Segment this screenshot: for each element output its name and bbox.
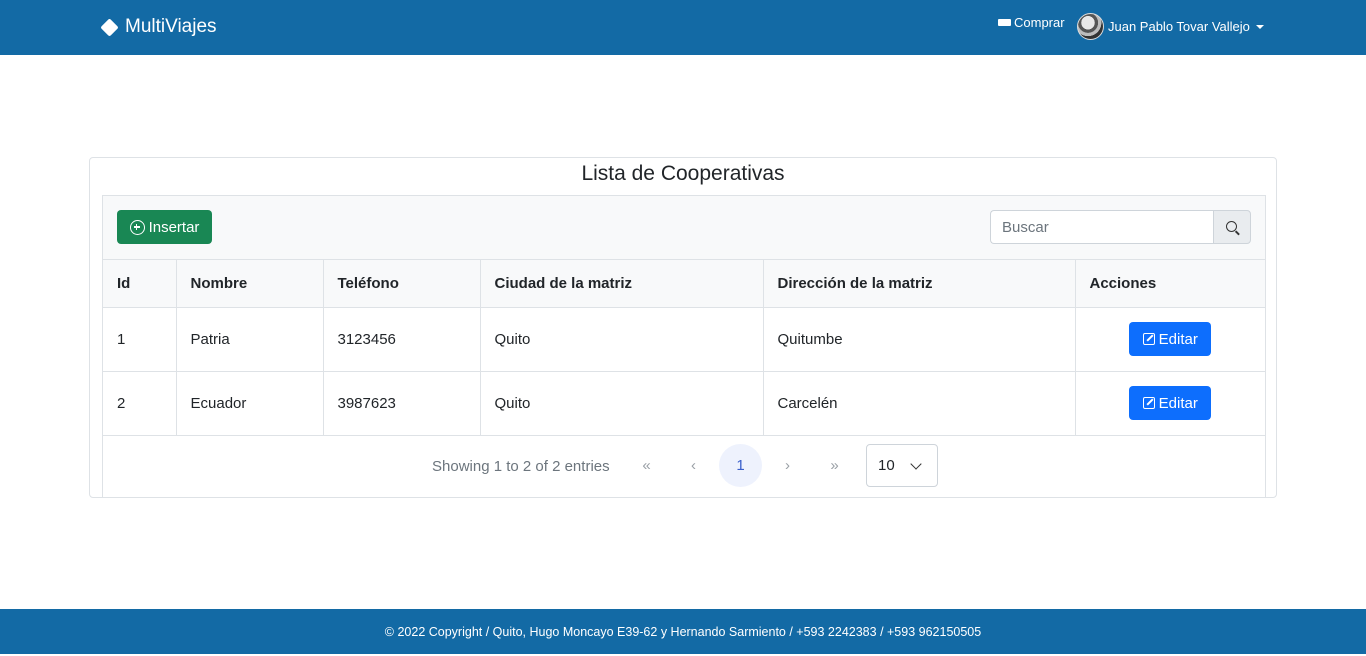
first-page-button[interactable]: « (625, 444, 668, 487)
cell-nombre: Patria (176, 307, 324, 372)
header-acciones: Acciones (1075, 260, 1265, 308)
cooperatives-card: Lista de Cooperativas Insertar Id Nombre… (89, 157, 1277, 498)
plus-circle-icon (129, 219, 145, 235)
edit-label: Editar (1158, 330, 1198, 348)
page-1-button[interactable]: 1 (719, 444, 762, 487)
page-title: Lista de Cooperativas (581, 162, 785, 185)
cell-id: 2 (103, 371, 177, 436)
header-telefono: Teléfono (323, 260, 481, 308)
cell-telefono: 3987623 (323, 371, 481, 436)
cell-ciudad: Quito (480, 371, 764, 436)
table-header-row: Id Nombre Teléfono Ciudad de la matriz D… (103, 260, 1265, 308)
cell-nombre: Ecuador (176, 371, 324, 436)
table-container: Insertar Id Nombre Teléfono Ciudad de la… (102, 195, 1266, 498)
header-id: Id (103, 260, 177, 308)
cooperatives-table: Id Nombre Teléfono Ciudad de la matriz D… (103, 260, 1265, 436)
next-page-button[interactable]: › (766, 444, 809, 487)
page-size-select[interactable]: 10 (866, 444, 938, 487)
brand-name: MultiViajes (125, 16, 217, 37)
edit-button[interactable]: Editar (1129, 386, 1212, 420)
header-direccion: Dirección de la matriz (763, 260, 1076, 308)
footer: © 2022 Copyright / Quito, Hugo Moncayo E… (0, 609, 1366, 654)
edit-label: Editar (1158, 394, 1198, 412)
cell-telefono: 3123456 (323, 307, 481, 372)
header-nombre: Nombre (176, 260, 324, 308)
last-page-button[interactable]: » (813, 444, 856, 487)
page-size-value: 10 (878, 457, 895, 474)
search-input[interactable] (990, 210, 1214, 244)
buy-label: Comprar (1014, 15, 1065, 30)
cell-acciones: Editar (1075, 371, 1265, 436)
search-icon (1225, 220, 1237, 232)
header-ciudad: Ciudad de la matriz (480, 260, 764, 308)
cell-ciudad: Quito (480, 307, 764, 372)
prev-page-button[interactable]: ‹ (672, 444, 715, 487)
user-menu-toggle[interactable]: Juan Pablo Tovar Vallejo (1077, 13, 1264, 40)
cell-direccion: Carcelén (763, 371, 1076, 436)
brand-link[interactable]: MultiViajes (100, 16, 217, 38)
edit-icon (1142, 333, 1155, 345)
chevron-down-icon (910, 458, 922, 470)
insert-button[interactable]: Insertar (117, 210, 212, 244)
diamond-icon (100, 17, 119, 37)
pagination: Showing 1 to 2 of 2 entries « ‹ 1 › » 10 (103, 436, 1265, 498)
pagination-info: Showing 1 to 2 of 2 entries (432, 458, 610, 475)
top-navbar: MultiViajes Comprar Juan Pablo Tovar Val… (0, 0, 1366, 55)
edit-icon (1142, 397, 1155, 409)
cell-id: 1 (103, 307, 177, 372)
user-name: Juan Pablo Tovar Vallejo (1108, 19, 1250, 34)
search-button[interactable] (1213, 210, 1251, 244)
cell-acciones: Editar (1075, 307, 1265, 372)
caret-down-icon (1255, 24, 1264, 29)
table-row: 2 Ecuador 3987623 Quito Carcelén Editar (103, 371, 1265, 436)
ticket-icon (998, 19, 1011, 26)
table-row: 1 Patria 3123456 Quito Quitumbe Editar (103, 307, 1265, 372)
insert-label: Insertar (148, 218, 200, 236)
table-toolbar: Insertar (103, 196, 1265, 260)
edit-button[interactable]: Editar (1129, 322, 1212, 356)
cell-direccion: Quitumbe (763, 307, 1076, 372)
footer-text: © 2022 Copyright / Quito, Hugo Moncayo E… (384, 625, 982, 639)
buy-link[interactable]: Comprar (998, 15, 1065, 30)
avatar (1077, 13, 1104, 40)
